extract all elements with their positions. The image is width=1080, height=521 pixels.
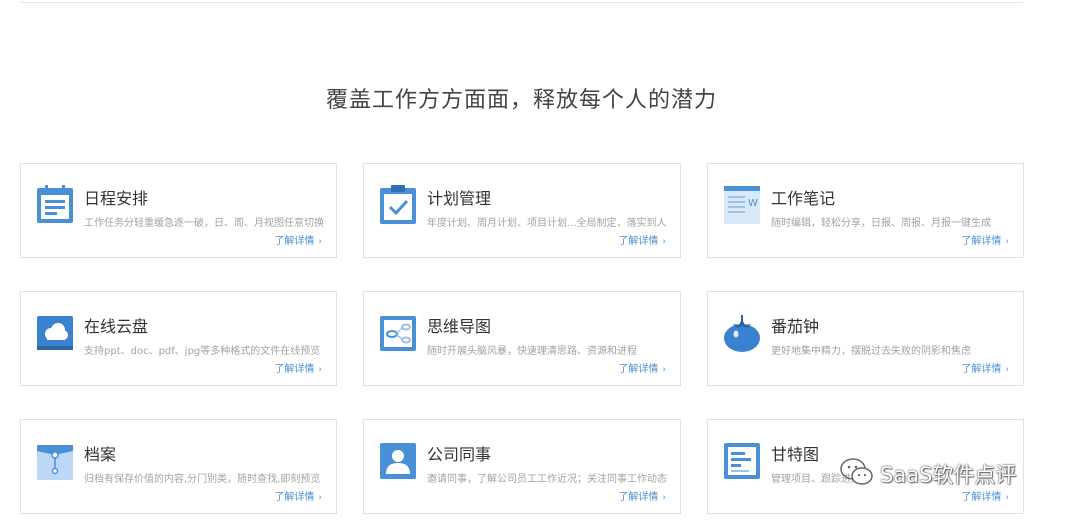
card-description: 工作任务分轻重缓急逐一破，日、周、月视图任意切换	[84, 218, 324, 229]
card-title: 计划管理	[427, 189, 492, 208]
feature-card-cloud-drive[interactable]: 在线云盘 支持ppt、doc、pdf、jpg等多种格式的文件在线预览 了解详情 ›	[20, 291, 337, 386]
cloud-drive-icon	[36, 313, 74, 353]
card-description: 随时编辑，轻松分享，日报、周报、月报一键生成	[771, 218, 991, 229]
chevron-right-icon: ›	[1005, 237, 1009, 247]
chevron-right-icon: ›	[318, 493, 322, 503]
feature-card-pomodoro[interactable]: 番茄钟 更好地集中精力，摆脱过去失败的阴影和焦虑 了解详情 ›	[707, 291, 1024, 386]
card-title: 档案	[84, 445, 117, 464]
card-title: 在线云盘	[84, 317, 149, 336]
learn-more-link[interactable]: 了解详情 ›	[961, 488, 1009, 503]
chevron-right-icon: ›	[1005, 493, 1009, 503]
feature-card-gantt[interactable]: 甘特图 管理项目、跟踪进度 了解详情 ›	[707, 419, 1024, 514]
chevron-right-icon: ›	[662, 237, 666, 247]
feature-card-archive[interactable]: 档案 归档有保存价值的内容,分门别类，随时查找,即刻预览 了解详情 ›	[20, 419, 337, 514]
archive-folder-icon	[36, 441, 74, 481]
feature-card-plan[interactable]: 计划管理 年度计划、周月计划、项目计划...全局制定，落实到人 了解详情 ›	[363, 163, 681, 258]
learn-more-link[interactable]: 了解详情 ›	[274, 360, 322, 375]
colleague-icon	[379, 441, 417, 481]
card-description: 归档有保存价值的内容,分门别类，随时查找,即刻预览	[84, 474, 321, 485]
card-description: 更好地集中精力，摆脱过去失败的阴影和焦虑	[771, 346, 971, 357]
learn-more-link[interactable]: 了解详情 ›	[274, 232, 322, 247]
card-description: 邀请同事，了解公司员工工作近况；关注同事工作动态	[427, 474, 667, 485]
learn-more-link[interactable]: 了解详情 ›	[274, 488, 322, 503]
card-title: 思维导图	[427, 317, 492, 336]
card-description: 随时开展头脑风暴，快速理清思路、资源和进程	[427, 346, 637, 357]
clipboard-check-icon	[379, 185, 417, 225]
card-description: 支持ppt、doc、pdf、jpg等多种格式的文件在线预览	[84, 346, 321, 357]
top-divider	[20, 2, 1023, 3]
card-title: 番茄钟	[771, 317, 820, 336]
chevron-right-icon: ›	[318, 237, 322, 247]
card-title: 工作笔记	[771, 189, 836, 208]
chevron-right-icon: ›	[1005, 365, 1009, 375]
card-title: 日程安排	[84, 189, 149, 208]
notebook-icon: W	[723, 185, 761, 225]
card-description: 年度计划、周月计划、项目计划...全局制定，落实到人	[427, 218, 667, 229]
card-title: 公司同事	[427, 445, 492, 464]
learn-more-link[interactable]: 了解详情 ›	[961, 360, 1009, 375]
mind-map-icon	[379, 313, 417, 353]
feature-card-colleagues[interactable]: 公司同事 邀请同事，了解公司员工工作近况；关注同事工作动态 了解详情 ›	[363, 419, 681, 514]
feature-card-mind-map[interactable]: 思维导图 随时开展头脑风暴，快速理清思路、资源和进程 了解详情 ›	[363, 291, 681, 386]
card-title: 甘特图	[771, 445, 820, 464]
learn-more-link[interactable]: 了解详情 ›	[961, 232, 1009, 247]
feature-card-notes[interactable]: W 工作笔记 随时编辑，轻松分享，日报、周报、月报一键生成 了解详情 ›	[707, 163, 1024, 258]
tomato-icon	[723, 313, 761, 353]
calendar-icon	[36, 185, 74, 225]
feature-card-schedule[interactable]: 日程安排 工作任务分轻重缓急逐一破，日、周、月视图任意切换 了解详情 ›	[20, 163, 337, 258]
learn-more-link[interactable]: 了解详情 ›	[618, 360, 666, 375]
chevron-right-icon: ›	[662, 365, 666, 375]
chevron-right-icon: ›	[662, 493, 666, 503]
learn-more-link[interactable]: 了解详情 ›	[618, 488, 666, 503]
section-title: 覆盖工作方方面面，释放每个人的潜力	[325, 88, 717, 113]
card-description: 管理项目、跟踪进度	[771, 474, 861, 485]
learn-more-link[interactable]: 了解详情 ›	[618, 232, 666, 247]
gantt-chart-icon	[723, 441, 761, 481]
chevron-right-icon: ›	[318, 365, 322, 375]
svg-text:W: W	[748, 198, 758, 209]
feature-grid: 日程安排 工作任务分轻重缓急逐一破，日、周、月视图任意切换 了解详情 › 计划管理…	[20, 163, 1025, 514]
